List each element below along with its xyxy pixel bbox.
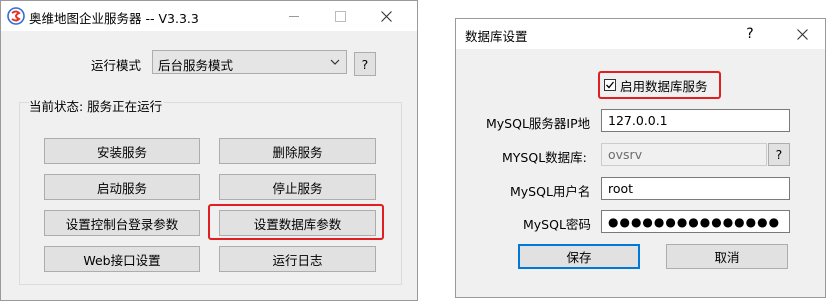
mysql-ip-label: MySQL服务器IP地: [486, 116, 591, 131]
mysql-password-label: MySQL密码: [523, 217, 591, 232]
mysql-user-input[interactable]: root: [601, 177, 790, 200]
database-settings-dialog: 数据库设置 ? 启用数据库服务 MySQL服务器IP地 127.0.0.1 MY…: [455, 18, 826, 298]
mysql-password-input[interactable]: ●●●●●●●●●●●●●●●: [601, 210, 790, 233]
mysql-user-value: root: [608, 181, 634, 196]
cancel-button[interactable]: 取消: [666, 244, 788, 269]
close-icon: [796, 28, 808, 40]
run-mode-value: 后台服务模式: [158, 58, 234, 73]
service-status: 当前状态: 服务正在运行: [29, 96, 165, 115]
save-button[interactable]: 保存: [518, 244, 640, 269]
web-api-settings-button[interactable]: Web接口设置: [44, 246, 200, 272]
enable-db-checkbox[interactable]: 启用数据库服务: [604, 77, 708, 94]
server-window-titlebar: 奥维地图企业服务器 -- V3.3.3: [1, 1, 417, 31]
run-mode-select[interactable]: 后台服务模式: [152, 50, 347, 74]
minimize-button[interactable]: [271, 1, 317, 31]
mysql-user-label: MySQL用户名: [510, 184, 591, 199]
run-log-button[interactable]: 运行日志: [219, 246, 376, 272]
mysql-db-value: ovsrv: [608, 147, 643, 162]
install-service-button[interactable]: 安装服务: [44, 138, 200, 164]
minimize-icon: [289, 15, 299, 17]
close-icon: [380, 10, 392, 22]
dialog-help-button[interactable]: ?: [732, 19, 768, 49]
maximize-icon: [334, 10, 346, 22]
server-window-title: 奥维地图企业服务器 -- V3.3.3: [29, 11, 199, 26]
maximize-button[interactable]: [317, 1, 363, 31]
stop-service-button[interactable]: 停止服务: [219, 174, 376, 200]
mysql-db-input: ovsrv: [601, 143, 767, 166]
run-mode-label: 运行模式: [91, 58, 142, 73]
delete-service-button[interactable]: 删除服务: [219, 138, 376, 164]
dialog-close-button[interactable]: [779, 19, 825, 49]
enable-db-label: 启用数据库服务: [620, 78, 708, 94]
database-settings-button[interactable]: 设置数据库参数: [219, 210, 376, 236]
start-service-button[interactable]: 启动服务: [44, 174, 200, 200]
checkbox-checked-icon: [604, 79, 616, 91]
run-mode-help-button[interactable]: ?: [354, 52, 376, 76]
chevron-down-icon: [330, 59, 340, 65]
close-button[interactable]: [363, 1, 409, 31]
mysql-ip-input[interactable]: 127.0.0.1: [601, 109, 790, 132]
mysql-db-label: MYSQL数据库:: [502, 150, 587, 165]
server-window: 奥维地图企业服务器 -- V3.3.3 运行模式 后台服务模式 ? 当前状态: …: [0, 0, 418, 301]
mysql-password-value: ●●●●●●●●●●●●●●●: [608, 214, 781, 229]
mysql-db-help-button[interactable]: ?: [768, 143, 790, 166]
dialog-title: 数据库设置: [465, 29, 528, 44]
console-login-settings-button[interactable]: 设置控制台登录参数: [44, 210, 200, 236]
app-logo-icon: [7, 7, 25, 25]
mysql-ip-value: 127.0.0.1: [608, 113, 668, 128]
dialog-titlebar: 数据库设置 ?: [456, 19, 825, 49]
